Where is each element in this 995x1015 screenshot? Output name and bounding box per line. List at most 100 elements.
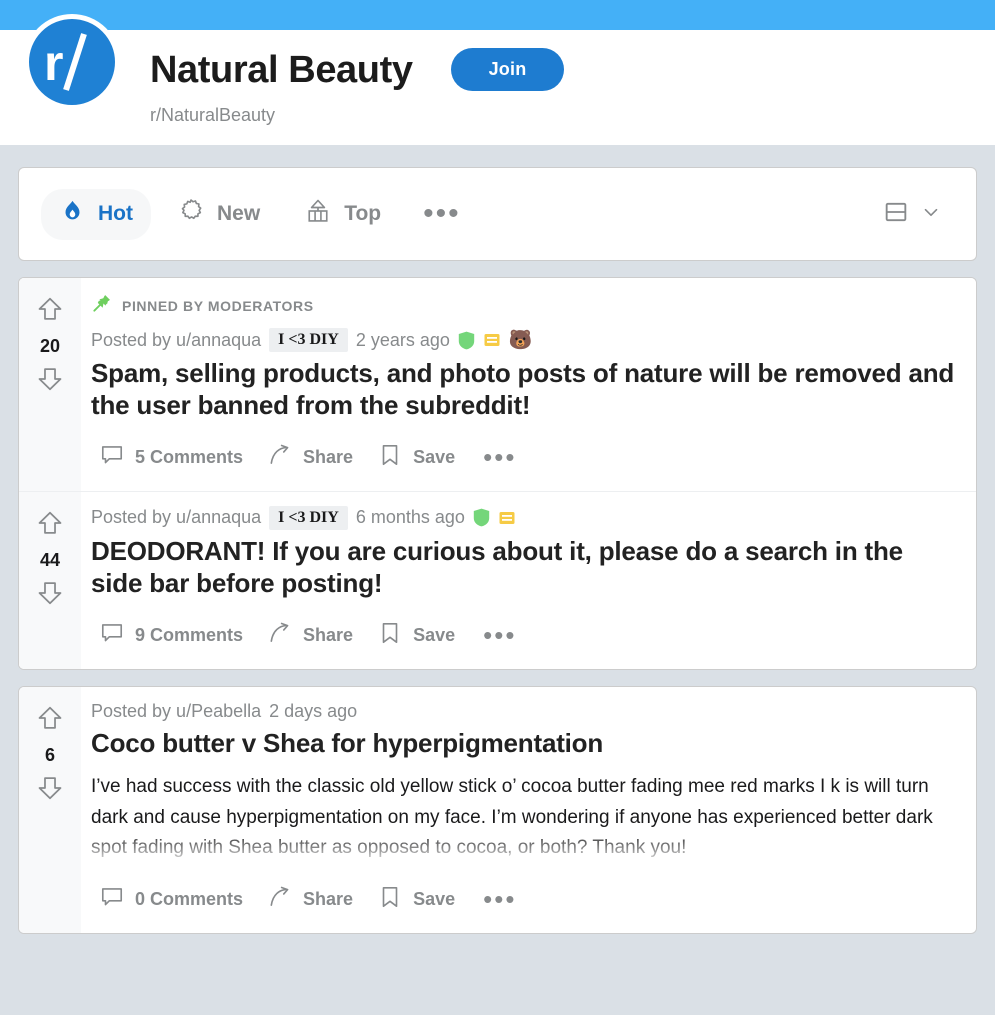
comment-bubble-icon	[99, 442, 125, 473]
chart-arrow-icon	[304, 197, 332, 231]
downvote-button[interactable]	[36, 579, 64, 612]
starburst-icon	[177, 197, 205, 231]
sort-bar: Hot New Top •••	[19, 168, 976, 260]
join-button[interactable]: Join	[450, 48, 565, 91]
upvote-button[interactable]	[36, 295, 64, 328]
post-actions: 0 Comments Share Save •••	[91, 878, 960, 921]
subreddit-header: r Natural Beauty Join r/NaturalBeauty	[0, 14, 995, 145]
comment-bubble-icon	[99, 884, 125, 915]
post-title[interactable]: Spam, selling products, and photo posts …	[91, 358, 960, 422]
bear-emoji-badge: 🐻	[508, 329, 533, 351]
post-actions: 9 Comments Share Save •••	[91, 614, 960, 657]
comments-label: 5 Comments	[135, 446, 244, 467]
post-author[interactable]: Posted by u/annaqua	[91, 507, 261, 528]
comments-button[interactable]: 9 Comments	[91, 614, 255, 657]
bookmark-icon	[377, 620, 403, 651]
sort-tab-label: New	[217, 202, 261, 225]
post-title[interactable]: DEODORANT! If you are curious about it, …	[91, 536, 960, 600]
comments-button[interactable]: 5 Comments	[91, 436, 255, 479]
sort-tab-label: Hot	[98, 202, 133, 225]
pinned-label: PINNED BY MODERATORS	[122, 297, 314, 314]
sort-tab-top[interactable]: Top	[286, 188, 399, 240]
post-more-button[interactable]: •••	[471, 886, 528, 911]
save-label: Save	[413, 624, 456, 645]
share-label: Share	[303, 889, 354, 910]
upvote-button[interactable]	[36, 509, 64, 542]
post-card-group-1: 20 PINNED BY MODERATORS Posted by u/anna…	[18, 277, 977, 670]
post-author[interactable]: Posted by u/annaqua	[91, 330, 261, 351]
green-shield-badge-icon	[473, 508, 490, 527]
bookmark-icon	[377, 884, 403, 915]
share-button[interactable]: Share	[259, 614, 365, 657]
comments-button[interactable]: 0 Comments	[91, 878, 255, 921]
post-item: 20 PINNED BY MODERATORS Posted by u/anna…	[19, 278, 976, 491]
vote-column: 44	[19, 491, 81, 669]
upvote-button[interactable]	[36, 704, 64, 737]
save-label: Save	[413, 446, 456, 467]
share-arrow-icon	[267, 442, 293, 473]
save-button[interactable]: Save	[369, 436, 467, 479]
post-body: Posted by u/Peabella 2 days ago Coco but…	[81, 687, 976, 933]
subreddit-avatar[interactable]: r	[24, 14, 120, 110]
post-author[interactable]: Posted by u/Peabella	[91, 701, 261, 722]
share-arrow-icon	[267, 884, 293, 915]
page-title: Natural Beauty	[150, 48, 413, 91]
pinned-indicator: PINNED BY MODERATORS	[91, 292, 960, 319]
comments-label: 9 Comments	[135, 624, 244, 645]
downvote-button[interactable]	[36, 774, 64, 807]
sort-tab-hot[interactable]: Hot	[41, 188, 151, 240]
post-timestamp: 6 months ago	[355, 507, 465, 528]
save-button[interactable]: Save	[369, 878, 467, 921]
sort-bar-card: Hot New Top •••	[18, 167, 977, 261]
vote-score: 20	[39, 336, 61, 356]
post-byline: Posted by u/annaqua I <3 DIY 6 months ag…	[91, 505, 960, 530]
share-arrow-icon	[267, 620, 293, 651]
bookmark-icon	[377, 442, 403, 473]
sort-tab-new[interactable]: New	[159, 188, 278, 240]
post-byline: Posted by u/Peabella 2 days ago	[91, 701, 960, 722]
post-more-button[interactable]: •••	[471, 622, 528, 647]
chevron-down-icon	[920, 201, 942, 228]
share-button[interactable]: Share	[259, 436, 365, 479]
post-item: 44 Posted by u/annaqua I <3 DIY 6 months…	[19, 490, 976, 669]
save-button[interactable]: Save	[369, 614, 467, 657]
save-label: Save	[413, 889, 456, 910]
svg-text:r: r	[44, 35, 63, 91]
green-shield-badge-icon	[458, 331, 475, 350]
share-label: Share	[303, 446, 354, 467]
yellow-card-badge-icon	[498, 509, 516, 527]
comments-label: 0 Comments	[135, 889, 244, 910]
flame-icon	[59, 198, 86, 231]
vote-score: 44	[39, 549, 61, 570]
subreddit-banner	[0, 0, 995, 30]
sort-tab-label: Top	[344, 202, 382, 225]
subreddit-handle: r/NaturalBeauty	[150, 105, 276, 125]
pin-icon	[91, 292, 113, 319]
post-timestamp: 2 years ago	[355, 329, 450, 350]
downvote-button[interactable]	[36, 365, 64, 398]
post-text-preview: I’ve had success with the classic old ye…	[91, 772, 960, 865]
vote-column: 6	[19, 686, 81, 934]
card-view-icon	[882, 198, 910, 231]
post-timestamp: 2 days ago	[269, 700, 358, 721]
post-feed: Hot New Top ••• 20 PINNED BY MODERATORS …	[0, 145, 995, 935]
post-body: PINNED BY MODERATORS Posted by u/annaqua…	[81, 278, 976, 491]
yellow-card-badge-icon	[483, 331, 501, 349]
sort-more-button[interactable]: •••	[407, 199, 477, 229]
post-byline: Posted by u/annaqua I <3 DIY 2 years ago	[91, 328, 960, 352]
post-body: Posted by u/annaqua I <3 DIY 6 months ag…	[81, 492, 976, 669]
vote-score: 6	[44, 744, 55, 765]
author-flair: I <3 DIY	[269, 328, 348, 352]
post-more-button[interactable]: •••	[471, 444, 528, 469]
vote-column: 20	[19, 278, 81, 491]
share-button[interactable]: Share	[259, 878, 365, 921]
comment-bubble-icon	[99, 620, 125, 651]
post-title[interactable]: Coco butter v Shea for hyperpigmentation	[91, 728, 960, 760]
reddit-r-slash-icon: r	[44, 33, 87, 91]
post-item: 6 Posted by u/Peabella 2 days ago Coco b…	[19, 686, 976, 934]
share-label: Share	[303, 624, 354, 645]
post-actions: 5 Comments Share Save •••	[91, 436, 960, 479]
author-flair: I <3 DIY	[269, 505, 348, 530]
view-mode-selector[interactable]	[882, 198, 956, 231]
post-card-group-2: 6 Posted by u/Peabella 2 days ago Coco b…	[18, 685, 977, 935]
